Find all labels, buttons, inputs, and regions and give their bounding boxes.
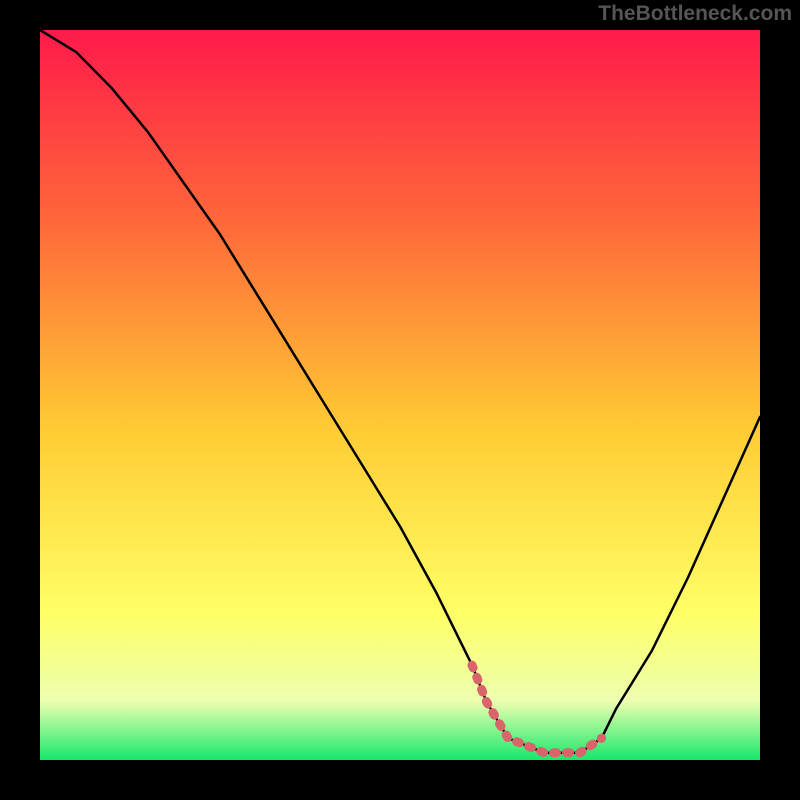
plot-area xyxy=(40,30,760,760)
watermark-text: TheBottleneck.com xyxy=(598,2,792,26)
chart-svg xyxy=(40,30,760,760)
chart-frame: TheBottleneck.com xyxy=(0,0,800,800)
